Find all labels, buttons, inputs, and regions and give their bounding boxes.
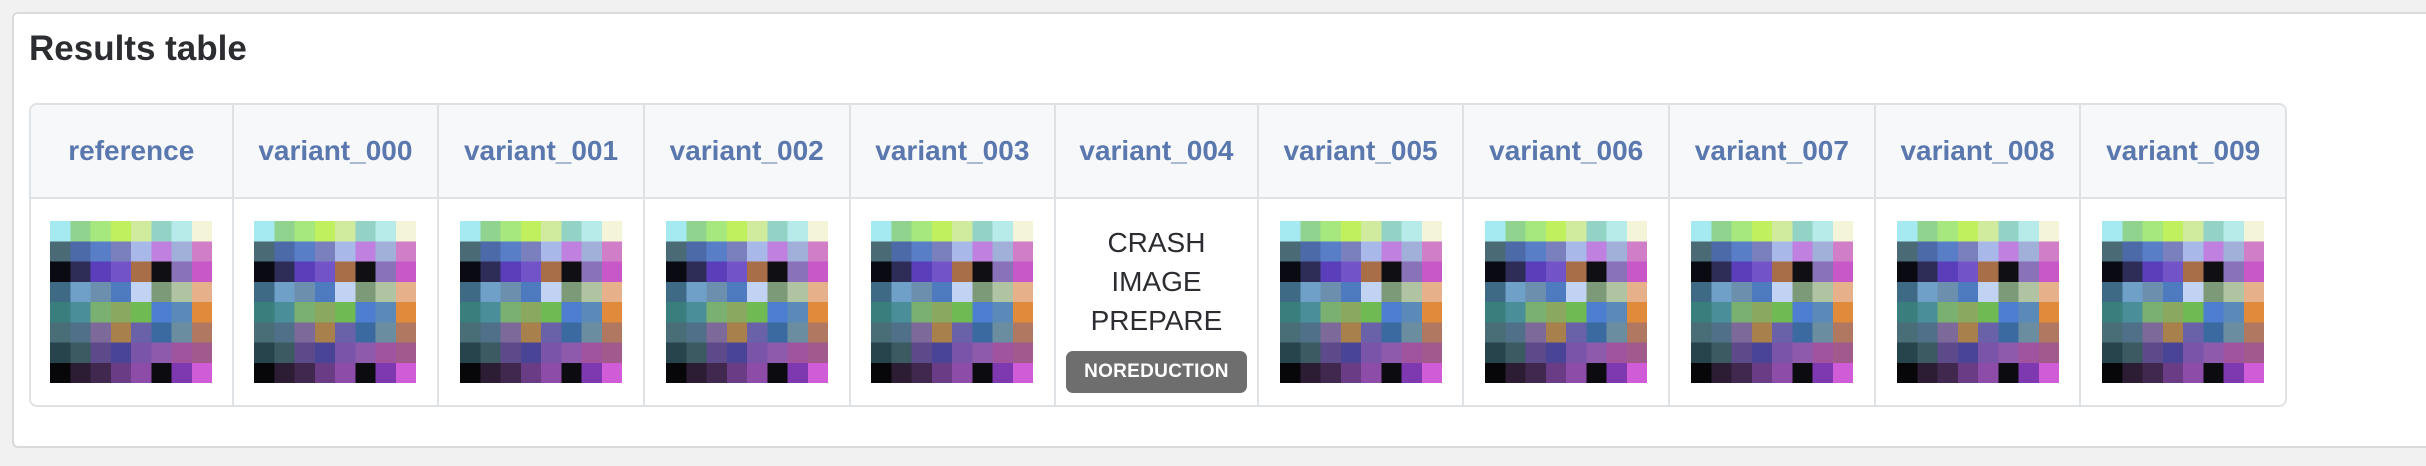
result-thumbnail-image[interactable]: [254, 221, 417, 383]
image-cell: [31, 199, 234, 405]
result-thumbnail-image[interactable]: [871, 221, 1034, 383]
image-cell: [1258, 199, 1465, 405]
result-thumbnail-image[interactable]: [1279, 221, 1442, 383]
result-thumbnail-image[interactable]: [50, 221, 213, 383]
crash-message-line: PREPARE: [1090, 305, 1223, 336]
column-header-variant-000[interactable]: variant_000: [233, 105, 440, 199]
result-thumbnail-image[interactable]: [2102, 221, 2265, 383]
column-header-variant-003[interactable]: variant_003: [850, 105, 1057, 199]
image-cell: [1464, 199, 1671, 405]
column-header-variant-001[interactable]: variant_001: [439, 105, 645, 199]
image-cell: [439, 199, 645, 405]
image-cell: [2081, 199, 2285, 405]
table-row: CRASH IMAGE PREPARE NOREDUCTION: [31, 199, 2285, 405]
image-cell: [1670, 199, 1876, 405]
column-header-reference[interactable]: reference: [31, 105, 234, 199]
crash-message-line: IMAGE: [1111, 266, 1202, 297]
column-header-variant-008[interactable]: variant_008: [1875, 105, 2082, 199]
result-thumbnail-image[interactable]: [1485, 221, 1648, 383]
image-cell: [233, 199, 440, 405]
result-thumbnail-image[interactable]: [1690, 221, 1853, 383]
column-header-variant-005[interactable]: variant_005: [1258, 105, 1465, 199]
result-thumbnail-image[interactable]: [665, 221, 828, 383]
column-header-variant-009[interactable]: variant_009: [2081, 105, 2285, 199]
crash-cell: CRASH IMAGE PREPARE NOREDUCTION: [1056, 199, 1259, 405]
image-cell: [850, 199, 1057, 405]
image-cell: [644, 199, 851, 405]
column-header-variant-007[interactable]: variant_007: [1670, 105, 1876, 199]
crash-message: CRASH IMAGE PREPARE: [1056, 223, 1257, 340]
crash-message-line: CRASH: [1107, 227, 1206, 258]
status-badge: NOREDUCTION: [1066, 351, 1247, 393]
column-header-variant-004[interactable]: variant_004: [1056, 105, 1259, 199]
column-header-variant-006[interactable]: variant_006: [1464, 105, 1671, 199]
results-table: reference variant_000 variant_001 variant_0…: [29, 103, 2287, 407]
image-cell: [1875, 199, 2082, 405]
page-title: Results table: [29, 29, 247, 68]
column-header-variant-002[interactable]: variant_002: [644, 105, 851, 199]
result-thumbnail-image[interactable]: [1896, 221, 2059, 383]
header-row: reference variant_000 variant_001 variant_0…: [31, 105, 2285, 199]
result-thumbnail-image[interactable]: [460, 221, 623, 383]
